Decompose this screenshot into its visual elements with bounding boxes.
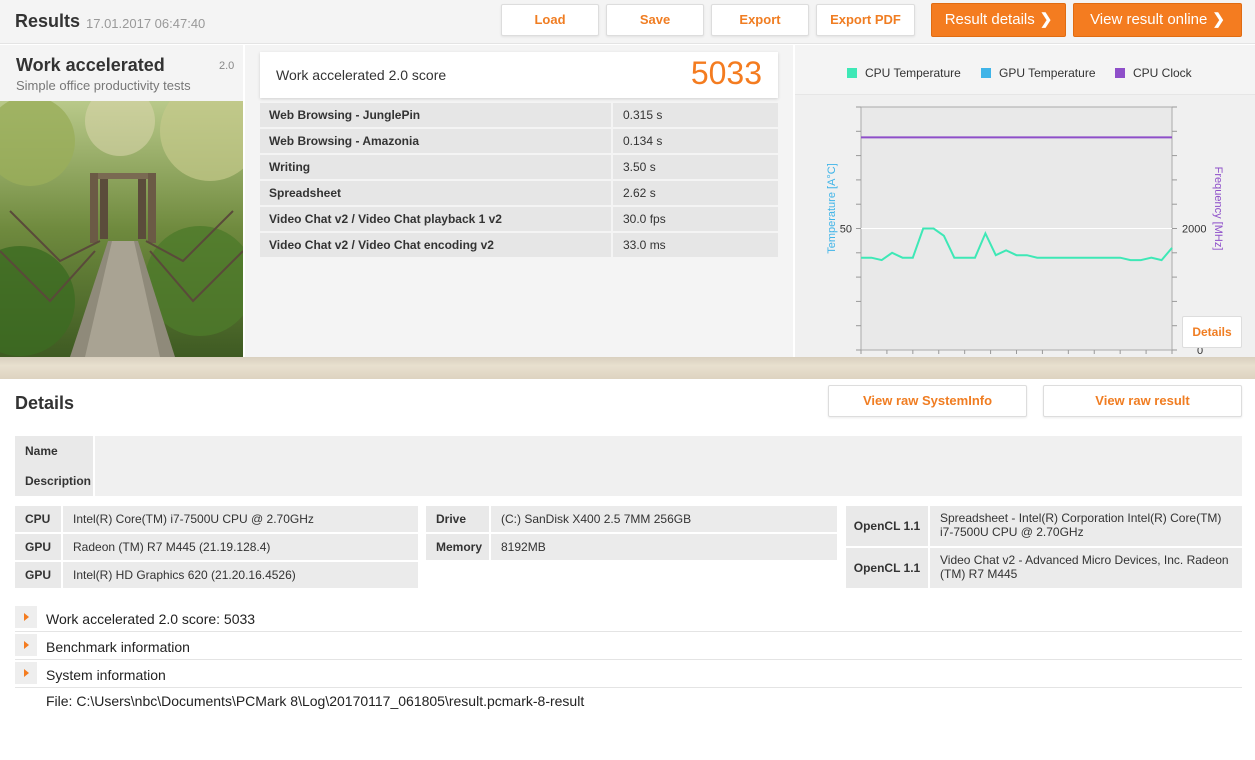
chart-details-button[interactable]: Details: [1182, 316, 1242, 348]
y-right-tick-label: 2000: [1182, 224, 1206, 236]
section-divider: [0, 357, 1255, 379]
hardware-value: Intel(R) Core(TM) i7-7500U CPU @ 2.70GHz: [63, 506, 418, 532]
monitoring-panel: CPU Temperature GPU Temperature CPU Cloc…: [795, 45, 1255, 357]
opencl-value: Spreadsheet - Intel(R) Corporation Intel…: [930, 506, 1242, 546]
table-row: Spreadsheet 2.62 s: [260, 181, 778, 207]
opencl-row: OpenCL 1.1 Spreadsheet - Intel(R) Corpora…: [846, 506, 1242, 546]
hardware-value: Intel(R) HD Graphics 620 (21.20.16.4526): [63, 562, 418, 588]
description-row: Description: [15, 466, 1242, 496]
score-value: 5033: [690, 55, 762, 91]
description-label: Description: [15, 466, 95, 496]
hardware-label: CPU: [15, 506, 63, 532]
test-version: 2.0: [219, 60, 235, 72]
chevron-right-icon: ❯: [1212, 11, 1225, 28]
expander-label: System information: [46, 667, 166, 683]
subtest-name: Web Browsing - Amazonia: [260, 129, 613, 153]
table-row: Writing 3.50 s: [260, 155, 778, 181]
legend-label: CPU Clock: [1133, 66, 1192, 80]
storage-value: (C:) SanDisk X400 2.5 7MM 256GB: [491, 506, 837, 532]
view-result-online-button[interactable]: View result online ❯: [1073, 3, 1242, 37]
gpu-temp-swatch: [981, 68, 991, 78]
score-label: Work accelerated 2.0 score: [276, 67, 447, 83]
subtest-value: 30.0 fps: [613, 207, 778, 231]
expander-benchmark-information[interactable]: Benchmark information: [15, 632, 1242, 660]
expand-arrow-icon[interactable]: [15, 634, 37, 656]
subtest-value: 2.62 s: [613, 181, 778, 205]
page-title: Results: [15, 11, 81, 31]
result-details-label: Result details: [944, 11, 1035, 28]
legend-label: GPU Temperature: [999, 66, 1096, 80]
subtest-name: Video Chat v2 / Video Chat encoding v2: [260, 233, 613, 257]
export-pdf-button[interactable]: Export PDF: [816, 4, 915, 36]
result-timestamp: 17.01.2017 06:47:40: [86, 16, 206, 31]
y-right-axis-label: Frequency [MHz]: [1212, 167, 1224, 251]
chart-legend: CPU Temperature GPU Temperature CPU Cloc…: [795, 45, 1255, 95]
test-image: [0, 101, 243, 357]
subtest-name: Web Browsing - JunglePin: [260, 103, 613, 127]
storage-label: Drive: [426, 506, 491, 532]
table-row: Web Browsing - JunglePin 0.315 s: [260, 103, 778, 129]
hardware-label: GPU: [15, 534, 63, 560]
chevron-right-icon: ❯: [1039, 11, 1053, 28]
results-header: Results 17.01.2017 06:47:40 Load Save Ex…: [0, 0, 1255, 44]
expander-label: Work accelerated 2.0 score: 5033: [46, 611, 256, 627]
table-row: Video Chat v2 / Video Chat playback 1 v2…: [260, 207, 778, 233]
subtest-value: 0.315 s: [613, 103, 778, 127]
expander-label: Benchmark information: [46, 639, 190, 655]
cpu-temp-swatch: [847, 68, 857, 78]
cpu-clock-swatch: [1115, 68, 1125, 78]
subtest-table: Web Browsing - JunglePin 0.315 s Web Brow…: [260, 103, 778, 259]
hardware-label: GPU: [15, 562, 63, 588]
name-label: Name: [15, 436, 95, 466]
subtest-value: 33.0 ms: [613, 233, 778, 257]
name-row: Name: [15, 436, 1242, 466]
view-result-online-label: View result online: [1090, 11, 1208, 28]
expand-arrow-icon[interactable]: [15, 606, 37, 628]
table-row: Video Chat v2 / Video Chat encoding v2 33…: [260, 233, 778, 259]
subtest-name: Writing: [260, 155, 613, 179]
storage-value: 8192MB: [491, 534, 837, 560]
view-raw-systeminfo-button[interactable]: View raw SystemInfo: [828, 385, 1027, 417]
opencl-label: OpenCL 1.1: [846, 506, 930, 546]
name-field[interactable]: [95, 436, 1242, 466]
subtest-value: 3.50 s: [613, 155, 778, 179]
load-button[interactable]: Load: [501, 4, 599, 36]
hardware-value: Radeon (TM) R7 M445 (21.19.128.4): [63, 534, 418, 560]
expander-score[interactable]: Work accelerated 2.0 score: 5033: [15, 604, 1242, 632]
test-description: Simple office productivity tests: [16, 78, 191, 93]
y-left-tick-label: 50: [840, 224, 852, 236]
description-field[interactable]: [95, 466, 1242, 496]
hardware-row: GPU Intel(R) HD Graphics 620 (21.20.16.45…: [15, 562, 418, 588]
result-details-button[interactable]: Result details ❯: [931, 3, 1066, 37]
y-left-axis-label: Temperature [A°C]: [826, 163, 838, 254]
test-panel: Work accelerated 2.0 Simple office produ…: [0, 45, 243, 357]
opencl-label: OpenCL 1.1: [846, 548, 930, 588]
storage-label: Memory: [426, 534, 491, 560]
legend-cpu-temperature[interactable]: CPU Temperature: [847, 66, 961, 80]
expander-system-information[interactable]: System information: [15, 660, 1242, 688]
expand-arrow-icon[interactable]: [15, 662, 37, 684]
legend-label: CPU Temperature: [865, 66, 961, 80]
subtest-name: Video Chat v2 / Video Chat playback 1 v2: [260, 207, 613, 231]
storage-row: Memory 8192MB: [426, 534, 837, 560]
result-file-path: File: C:\Users\nbc\Documents\PCMark 8\Lo…: [46, 693, 585, 709]
opencl-value: Video Chat v2 - Advanced Micro Devices, …: [930, 548, 1242, 588]
details-title: Details: [15, 393, 75, 413]
save-button[interactable]: Save: [606, 4, 704, 36]
opencl-row: OpenCL 1.1 Video Chat v2 - Advanced Micro…: [846, 548, 1242, 588]
storage-row: Drive (C:) SanDisk X400 2.5 7MM 256GB: [426, 506, 837, 532]
subtest-name: Spreadsheet: [260, 181, 613, 205]
score-box: Work accelerated 2.0 score 5033: [260, 52, 778, 98]
export-button[interactable]: Export: [711, 4, 809, 36]
score-panel: Work accelerated 2.0 score 5033 Web Brow…: [245, 45, 793, 357]
table-row: Web Browsing - Amazonia 0.134 s: [260, 129, 778, 155]
legend-cpu-clock[interactable]: CPU Clock: [1115, 66, 1192, 80]
test-name: Work accelerated: [16, 55, 165, 75]
hardware-row: CPU Intel(R) Core(TM) i7-7500U CPU @ 2.70…: [15, 506, 418, 532]
hardware-row: GPU Radeon (TM) R7 M445 (21.19.128.4): [15, 534, 418, 560]
legend-gpu-temperature[interactable]: GPU Temperature: [981, 66, 1096, 80]
subtest-value: 0.134 s: [613, 129, 778, 153]
view-raw-result-button[interactable]: View raw result: [1043, 385, 1242, 417]
